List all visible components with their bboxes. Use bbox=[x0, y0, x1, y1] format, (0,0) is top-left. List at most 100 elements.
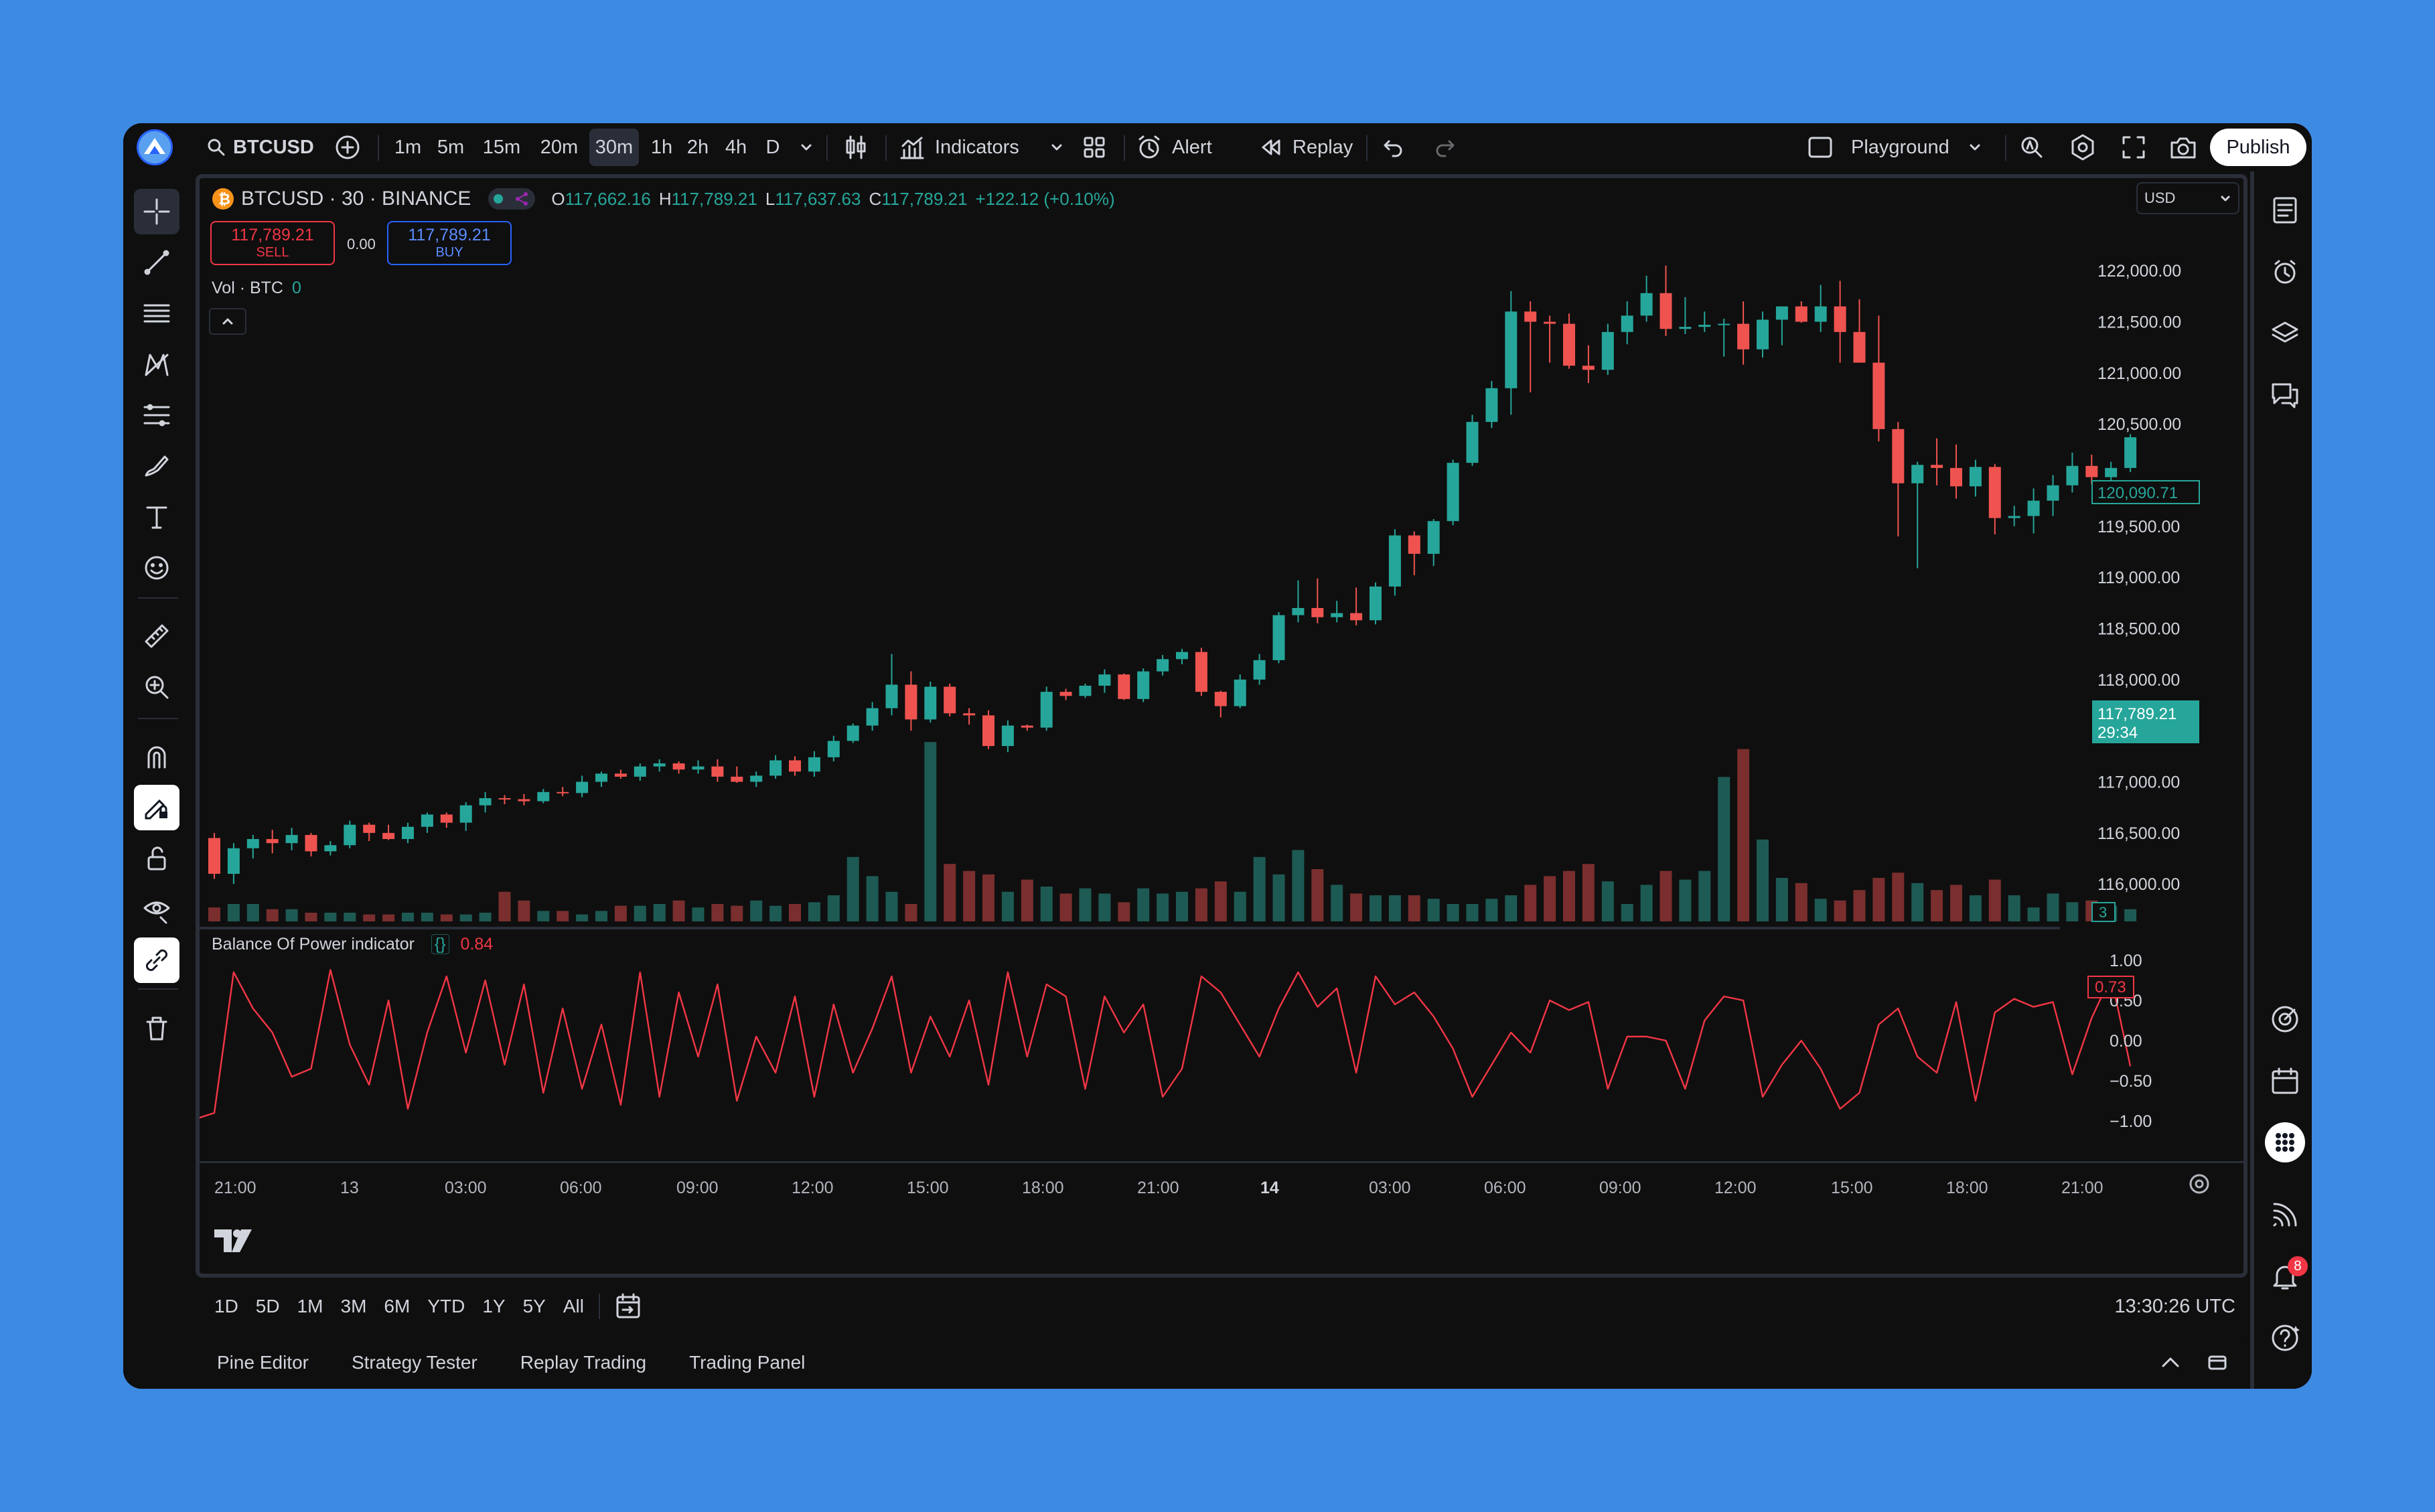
ideas-button[interactable] bbox=[2264, 998, 2306, 1041]
tab-replay-trading[interactable]: Replay Trading bbox=[520, 1352, 646, 1373]
watchlist-button[interactable] bbox=[2264, 189, 2306, 232]
calendar-button[interactable] bbox=[2264, 1059, 2306, 1102]
candle-body bbox=[1157, 659, 1169, 672]
interval-D[interactable]: D bbox=[759, 129, 786, 166]
lock-drawings[interactable] bbox=[134, 836, 179, 881]
market-status-pill[interactable] bbox=[488, 188, 536, 210]
sell-button[interactable]: 117,789.21 SELL bbox=[210, 221, 335, 265]
snapshot-button[interactable] bbox=[2164, 129, 2202, 166]
range-5y[interactable]: 5Y bbox=[516, 1296, 552, 1317]
indicator-legend[interactable]: Balance Of Power indicator {} 0.84 bbox=[212, 934, 493, 954]
settings-button[interactable] bbox=[2064, 129, 2101, 166]
fib-tool[interactable] bbox=[134, 291, 179, 336]
symbol-search-button[interactable]: BTCUSD bbox=[201, 129, 315, 166]
user-avatar[interactable] bbox=[134, 129, 175, 166]
help-button[interactable] bbox=[2264, 1316, 2306, 1359]
candle bbox=[1563, 313, 1575, 369]
measure-tool[interactable] bbox=[134, 613, 179, 659]
volume-legend[interactable]: Vol · BTC 0 bbox=[212, 279, 301, 298]
redo-button[interactable] bbox=[1426, 129, 1463, 166]
interval-4h[interactable]: 4h bbox=[719, 129, 753, 166]
symbol-legend[interactable]: ₿ BTCUSD · 30 · BINANCE O 117,662.16 H 117… bbox=[212, 187, 1115, 210]
go-to-date-button[interactable] bbox=[609, 1288, 647, 1325]
sync-drawings[interactable] bbox=[134, 937, 179, 983]
candle-body bbox=[1834, 306, 1846, 332]
candle bbox=[1834, 281, 1846, 363]
forecast-tool[interactable] bbox=[134, 392, 179, 438]
buy-button[interactable]: 117,789.21 BUY bbox=[387, 221, 512, 265]
collapse-legend-button[interactable] bbox=[209, 308, 246, 335]
magnet-tool[interactable] bbox=[134, 734, 179, 779]
products-button[interactable] bbox=[2264, 1121, 2306, 1164]
maximize-panel-button[interactable] bbox=[2201, 1346, 2234, 1379]
zoom-tool[interactable] bbox=[134, 664, 179, 710]
text-tool[interactable] bbox=[134, 494, 179, 540]
pattern-tool[interactable] bbox=[134, 342, 179, 387]
interval-20m[interactable]: 20m bbox=[534, 129, 584, 166]
range-separator bbox=[598, 1294, 600, 1319]
volume-bar bbox=[1040, 887, 1053, 921]
time-axis-settings-icon[interactable] bbox=[2189, 1174, 2209, 1194]
alert-button[interactable]: Alert bbox=[1130, 129, 1231, 166]
range-all[interactable]: All bbox=[557, 1296, 591, 1317]
interval-2h[interactable]: 2h bbox=[683, 129, 713, 166]
chart-type-button[interactable] bbox=[837, 129, 875, 166]
indicators-button[interactable]: Indicators bbox=[893, 129, 1038, 166]
candle bbox=[1505, 291, 1518, 415]
quick-search-button[interactable] bbox=[2013, 129, 2051, 166]
candle bbox=[1718, 318, 1730, 357]
tradingview-logo-icon[interactable] bbox=[214, 1229, 252, 1252]
open-label: O bbox=[551, 188, 565, 209]
interval-5m[interactable]: 5m bbox=[431, 129, 470, 166]
currency-select[interactable]: USD bbox=[2136, 182, 2239, 214]
hide-drawings[interactable] bbox=[134, 887, 179, 932]
indicators-dropdown-button[interactable] bbox=[1045, 129, 1069, 166]
range-1y[interactable]: 1Y bbox=[475, 1296, 512, 1317]
replay-button[interactable]: Replay bbox=[1254, 129, 1361, 166]
tab-pine-editor[interactable]: Pine Editor bbox=[217, 1352, 309, 1373]
interval-15m[interactable]: 15m bbox=[477, 129, 526, 166]
interval-1h[interactable]: 1h bbox=[647, 129, 676, 166]
candle-body bbox=[1001, 725, 1014, 747]
emoji-tool[interactable] bbox=[134, 545, 179, 591]
remove-drawings[interactable] bbox=[134, 1006, 179, 1051]
crosshair-tool[interactable] bbox=[134, 189, 179, 234]
top-toolbar: BTCUSD 1m 5m 15m 20m 30m 1h 2h 4h D Indicators A… bbox=[123, 123, 2312, 171]
chart-container[interactable]: 122,000.00 121,500.00 121,000.00 120,500.00… bbox=[196, 174, 2247, 1278]
alerts-panel-button[interactable] bbox=[2264, 250, 2306, 293]
chart-canvas[interactable]: 122,000.00 121,500.00 121,000.00 120,500.00… bbox=[200, 178, 2243, 1274]
tab-strategy-tester[interactable]: Strategy Tester bbox=[352, 1352, 477, 1373]
range-6m[interactable]: 6M bbox=[377, 1296, 417, 1317]
interval-1m[interactable]: 1m bbox=[388, 129, 427, 166]
object-tree-button[interactable] bbox=[2264, 312, 2306, 355]
interval-30m[interactable]: 30m bbox=[589, 129, 639, 166]
time-axis[interactable]: 21:00 13 03:00 06:00 09:00 12:00 15:00 18:00 21:… bbox=[214, 1179, 2104, 1197]
price-axis[interactable]: 122,000.00 121,500.00 121,000.00 120,500.00… bbox=[2097, 262, 2181, 894]
tab-trading-panel[interactable]: Trading Panel bbox=[689, 1352, 805, 1373]
streams-button[interactable] bbox=[2264, 1193, 2306, 1236]
brush-tool[interactable] bbox=[134, 443, 179, 489]
notifications-button[interactable]: 8 bbox=[2264, 1255, 2308, 1298]
stay-in-drawing-mode[interactable] bbox=[134, 785, 179, 830]
chats-button[interactable] bbox=[2264, 374, 2306, 417]
undo-button[interactable] bbox=[1376, 129, 1412, 166]
range-1d[interactable]: 1D bbox=[208, 1296, 245, 1317]
clock[interactable]: 13:30:26 UTC bbox=[2114, 1296, 2235, 1318]
volume-bar bbox=[1079, 888, 1092, 921]
layout-menu-button[interactable]: Playground bbox=[1801, 129, 1996, 166]
candle bbox=[1950, 444, 1962, 499]
fullscreen-button[interactable] bbox=[2115, 129, 2152, 166]
candle bbox=[769, 755, 782, 779]
pane-separator[interactable] bbox=[200, 927, 2060, 929]
range-5d[interactable]: 5D bbox=[249, 1296, 287, 1317]
collapse-panel-button[interactable] bbox=[2154, 1346, 2187, 1379]
layouts-button[interactable] bbox=[1076, 129, 1113, 166]
range-3m[interactable]: 3M bbox=[334, 1296, 374, 1317]
range-ytd[interactable]: YTD bbox=[421, 1296, 471, 1317]
compare-symbol-button[interactable] bbox=[331, 129, 364, 166]
price-axis-label: 120,500.00 bbox=[2097, 415, 2181, 434]
publish-button[interactable]: Publish bbox=[2210, 129, 2306, 166]
trend-line-tool[interactable] bbox=[134, 240, 179, 285]
range-1m[interactable]: 1M bbox=[291, 1296, 330, 1317]
interval-dropdown-button[interactable] bbox=[794, 129, 818, 166]
